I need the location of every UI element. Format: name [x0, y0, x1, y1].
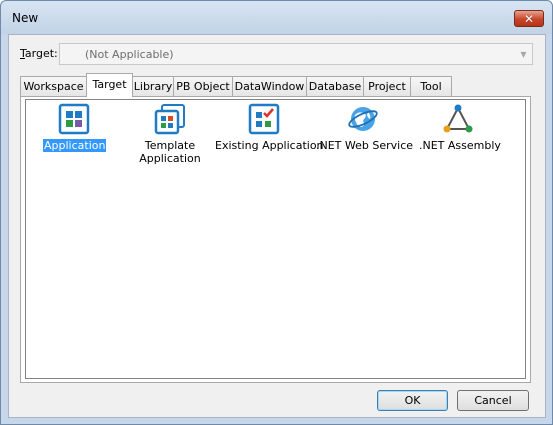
item-label: Application: [41, 138, 108, 153]
close-icon: ✕: [523, 11, 535, 26]
list-item-existing-application[interactable]: Existing Application: [214, 103, 324, 152]
item-label-line1: Template: [144, 139, 196, 152]
list-item-net-web-service[interactable]: .NET Web Service: [315, 103, 414, 152]
application-icon: [58, 103, 90, 135]
new-dialog-window: New ✕ Target: (Not Applicable) ▼ Workspa…: [0, 0, 553, 425]
item-label: Existing Application: [215, 139, 324, 152]
tab-datawindow[interactable]: DataWindow: [232, 76, 307, 96]
tab-workspace[interactable]: Workspace: [20, 76, 87, 96]
tab-pb-object[interactable]: PB Object: [173, 76, 233, 96]
window-title: New: [12, 11, 39, 25]
item-label: .NET Assembly: [419, 139, 501, 152]
target-label-text: arget:: [24, 47, 58, 60]
template-application-icon: [154, 103, 186, 135]
chevron-down-icon[interactable]: ▼: [515, 44, 532, 64]
ok-button[interactable]: OK: [377, 390, 448, 411]
existing-application-icon: [248, 103, 280, 135]
target-tab-panel: Application Template Application Existin…: [20, 96, 531, 383]
tab-library[interactable]: Library: [132, 76, 174, 96]
dialog-client-area: Target: (Not Applicable) ▼ Workspace Tar…: [8, 34, 546, 418]
cancel-button[interactable]: Cancel: [457, 390, 529, 411]
tab-database[interactable]: Database: [306, 76, 364, 96]
list-item-template-application[interactable]: Template Application: [137, 103, 203, 165]
tab-target[interactable]: Target: [86, 73, 133, 97]
item-label: .NET Web Service: [316, 139, 414, 152]
target-dropdown-value: (Not Applicable): [85, 48, 174, 61]
list-item-net-assembly[interactable]: .NET Assembly: [418, 103, 501, 152]
target-items-list[interactable]: Application Template Application Existin…: [25, 99, 526, 379]
item-label-line2: Application: [139, 152, 201, 165]
list-item-application[interactable]: Application: [41, 103, 108, 153]
net-assembly-icon: [442, 103, 474, 135]
target-dropdown[interactable]: (Not Applicable) ▼: [59, 43, 533, 65]
net-web-service-icon: [347, 103, 379, 135]
tab-project[interactable]: Project: [363, 76, 411, 96]
target-color-swatch: [64, 47, 78, 61]
tab-tool[interactable]: Tool: [410, 76, 452, 96]
target-label: Target:: [20, 47, 58, 60]
close-button[interactable]: ✕: [514, 10, 544, 27]
title-bar[interactable]: New ✕: [1, 1, 552, 34]
